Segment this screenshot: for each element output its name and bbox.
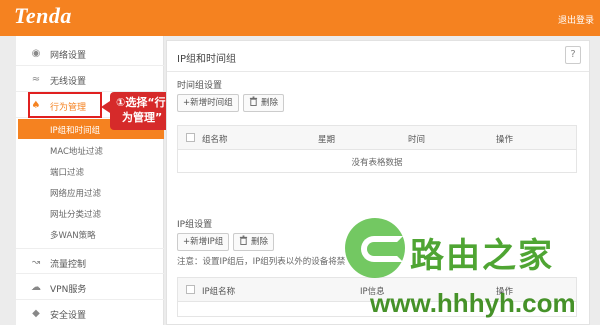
globe-icon: ◉ <box>31 48 41 59</box>
top-bar: Tenda 退出登录 <box>0 0 600 36</box>
subitem-port-filter[interactable]: 端口过滤 <box>16 161 164 181</box>
shield-icon: ◆ <box>32 308 40 319</box>
tenda-logo: Tenda <box>14 3 72 28</box>
column-header: 操作 <box>496 135 514 145</box>
time-group-section-label: 时间组设置 <box>177 81 223 91</box>
watermark-logo-icon <box>345 218 405 278</box>
sidebar-item-vpn[interactable]: ☁ VPN服务 <box>16 274 164 300</box>
sidebar-item-traffic-control[interactable]: ↝ 流量控制 <box>16 248 164 274</box>
column-header: 星期 <box>318 135 336 145</box>
highlight-box <box>28 92 102 118</box>
button-label: +新增IP组 <box>183 237 224 247</box>
trash-icon <box>249 96 258 106</box>
add-ip-group-button[interactable]: +新增IP组 <box>177 233 230 251</box>
sidebar-item-label: 网络设置 <box>50 51 87 61</box>
traffic-icon: ↝ <box>31 257 41 268</box>
time-group-table: 组名称 星期 时间 操作 没有表格数据 <box>177 125 577 173</box>
delete-ip-group-button[interactable]: 删除 <box>233 233 275 251</box>
ip-group-notice: 注意：设置IP组后，IP组列表以外的设备将禁 <box>177 257 346 267</box>
subitem-label: IP组和时间组 <box>50 126 101 136</box>
add-time-group-button[interactable]: +新增时间组 <box>177 94 239 112</box>
sidebar: ◉ 网络设置 ≈ 无线设置 ♠ 行为管理 IP组和时间组 MAC地址过滤 端口过… <box>16 36 164 325</box>
button-label: 删除 <box>251 237 269 247</box>
sidebar-item-security[interactable]: ◆ 安全设置 <box>16 300 164 325</box>
subitem-label: 网址分类过滤 <box>50 210 102 220</box>
subitem-label: MAC地址过滤 <box>50 147 103 157</box>
sidebar-item-label: 无线设置 <box>50 77 87 87</box>
sidebar-item-label: 安全设置 <box>50 311 87 321</box>
sidebar-item-wireless[interactable]: ≈ 无线设置 <box>16 66 164 92</box>
subitem-label: 网络应用过滤 <box>50 189 102 199</box>
table-header: 组名称 星期 时间 操作 <box>178 126 576 150</box>
empty-table-message: 没有表格数据 <box>351 158 403 168</box>
page-title: IP组和时间组 <box>177 54 236 65</box>
button-label: +新增时间组 <box>183 98 233 108</box>
divider <box>167 71 589 72</box>
sidebar-item-network[interactable]: ◉ 网络设置 <box>16 40 164 66</box>
help-button[interactable]: ? <box>565 46 581 64</box>
main-panel: IP组和时间组 ? 时间组设置 +新增时间组 删除 组名称 星期 时间 操作 没… <box>166 40 590 325</box>
ip-group-section-label: IP组设置 <box>177 220 213 230</box>
button-label: 删除 <box>261 98 279 108</box>
column-header: 组名称 <box>202 135 228 145</box>
select-all-checkbox[interactable] <box>186 285 195 294</box>
subitem-multi-wan[interactable]: 多WAN策略 <box>16 224 164 244</box>
watermark-url: www.hhhyh.com <box>370 288 576 318</box>
subitem-mac-filter[interactable]: MAC地址过滤 <box>16 140 164 160</box>
wifi-icon: ≈ <box>31 74 41 85</box>
subitem-label: 端口过滤 <box>50 168 85 178</box>
column-header: 时间 <box>408 135 426 145</box>
vpn-icon: ☁ <box>31 282 41 293</box>
subitem-app-filter[interactable]: 网络应用过滤 <box>16 182 164 202</box>
select-all-checkbox[interactable] <box>186 133 195 142</box>
column-header: IP组名称 <box>202 287 236 297</box>
watermark-text: 路由之家 <box>410 236 554 276</box>
subitem-url-category-filter[interactable]: 网址分类过滤 <box>16 203 164 223</box>
sidebar-item-label: VPN服务 <box>50 285 87 295</box>
logout-link[interactable]: 退出登录 <box>558 13 594 26</box>
trash-icon <box>239 235 248 245</box>
subitem-label: 多WAN策略 <box>50 231 96 241</box>
sidebar-item-label: 流量控制 <box>50 260 87 270</box>
delete-time-group-button[interactable]: 删除 <box>243 94 285 112</box>
